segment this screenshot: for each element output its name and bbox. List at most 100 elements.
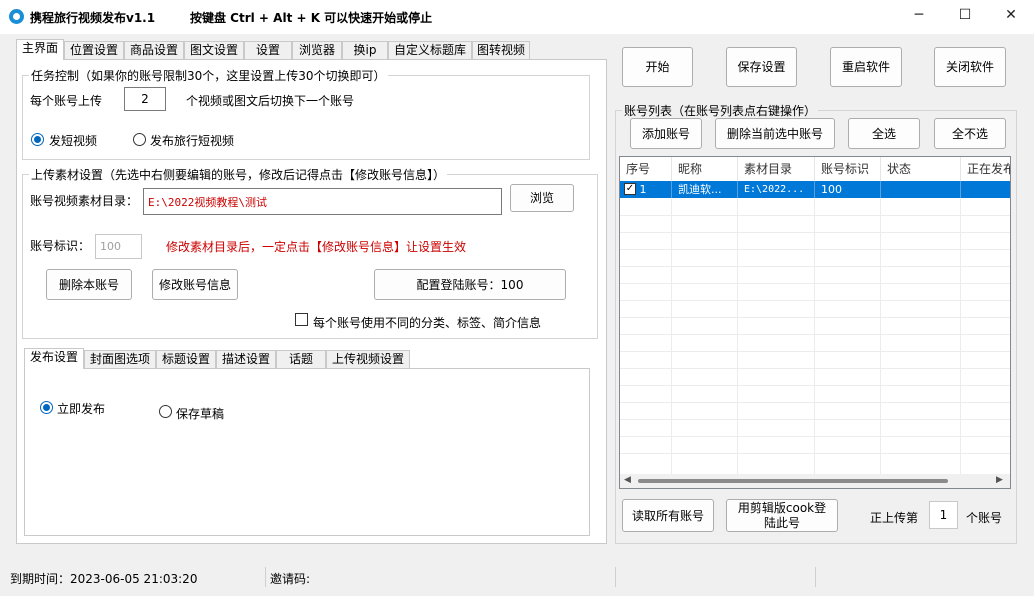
tab-upload-video-settings[interactable]: 上传视频设置 [326,350,410,369]
tab-topic[interactable]: 话题 [276,350,326,369]
expire-time: 到期时间：2023-06-05 21:03:20 [10,572,198,586]
grid-line [671,198,672,488]
tab-publish-settings[interactable]: 发布设置 [24,348,84,369]
tab-main[interactable]: 主界面 [16,39,64,60]
delete-selected-account-button[interactable]: 删除当前选中账号 [715,118,835,149]
scroll-left-icon[interactable]: ◀ [624,475,631,485]
minimize-button[interactable]: ─ [896,0,942,30]
account-list-title: 账号列表（在账号列表点右键操作） [622,102,819,119]
grid-line [620,283,1010,284]
row-checkbox[interactable]: ✓ [624,183,636,195]
grid-line [620,300,1010,301]
grid-line [737,198,738,488]
radio-publish-now[interactable] [40,401,53,414]
grid-line [620,215,1010,216]
col-header-id[interactable]: 账号标识 [815,157,881,181]
grid-line [620,334,1010,335]
tab-image-text[interactable]: 图文设置 [184,41,244,60]
radio-short-video[interactable] [31,133,44,146]
radio-save-draft[interactable] [159,405,172,418]
table-row[interactable]: ✓ 1 凯迪软... E:\2022... 100 [620,181,1010,198]
grid-line [620,266,1010,267]
grid-line [814,198,815,488]
material-dir-input[interactable]: E:\2022视频教程\测试 [143,188,502,215]
col-header-publishing[interactable]: 正在发布 [961,157,1010,181]
grid-line [880,198,881,488]
radio-save-draft-label: 保存草稿 [176,407,225,421]
grid-line [620,385,1010,386]
uploading-label: 正上传第 [870,511,919,525]
grid-line [960,198,961,488]
app-logo-icon [9,9,24,24]
col-header-index[interactable]: 序号 [620,157,672,181]
radio-travel-video-label: 发布旅行短视频 [150,134,235,148]
task-control-title: 任务控制（如果你的账号限制30个，这里设置上传30个切换即可） [29,67,388,84]
per-account-label: 每个账号上传 [30,94,103,108]
grid-line [620,453,1010,454]
row-index-cell: ✓ 1 [620,181,672,198]
tab-image-to-video[interactable]: 图转视频 [472,41,530,60]
tab-change-ip[interactable]: 换ip [342,41,388,60]
row-index: 1 [639,183,647,196]
scroll-right-icon[interactable]: ▶ [996,475,1003,485]
grid-line [620,368,1010,369]
task-control-group: 任务控制（如果你的账号限制30个，这里设置上传30个切换即可） [22,67,590,160]
tab-description-settings[interactable]: 描述设置 [216,350,276,369]
diff-info-checkbox[interactable] [295,313,308,326]
add-account-button[interactable]: 添加账号 [630,118,702,149]
tab-title-settings[interactable]: 标题设置 [156,350,216,369]
uploading-index-input[interactable]: 1 [929,501,958,529]
dir-warning-text: 修改素材目录后，一定点击【修改账号信息】让设置生效 [166,240,467,254]
cook-login-button[interactable]: 用剪辑版cook登陆此号 [726,499,838,532]
tab-settings[interactable]: 设置 [244,41,292,60]
per-account-suffix: 个视频或图文后切换下一个账号 [186,94,355,108]
upload-settings-title: 上传素材设置（先选中右侧要编辑的账号，修改后记得点击【修改账号信息】） [29,166,448,183]
col-header-status[interactable]: 状态 [881,157,961,181]
tab-custom-title[interactable]: 自定义标题库 [388,41,472,60]
grid-line [620,351,1010,352]
row-status-cell [881,181,961,198]
account-id-input[interactable]: 100 [95,234,142,259]
horizontal-scrollbar[interactable]: ◀ ▶ [620,474,1010,488]
radio-publish-now-label: 立即发布 [57,402,106,416]
close-app-button[interactable]: 关闭软件 [934,47,1006,87]
grid-line [620,232,1010,233]
tab-product[interactable]: 商品设置 [124,41,184,60]
status-separator [615,567,616,587]
grid-line [620,419,1010,420]
maximize-button[interactable]: ☐ [942,0,988,30]
tab-location[interactable]: 位置设置 [64,41,124,60]
tab-browser[interactable]: 浏览器 [292,41,342,60]
delete-account-button[interactable]: 删除本账号 [46,269,132,300]
material-dir-label: 账号视频素材目录： [30,194,139,208]
row-publishing-cell [961,181,1010,198]
close-window-button[interactable]: ✕ [988,0,1034,30]
account-id-label: 账号标识： [30,239,91,253]
read-all-accounts-button[interactable]: 读取所有账号 [622,499,714,532]
publish-panel [24,368,590,536]
invite-code: 邀请码: [270,572,311,586]
account-grid[interactable]: 序号 昵称 素材目录 账号标识 状态 正在发布 ✓ 1 凯迪软... E:\20… [619,156,1011,489]
configure-login-button[interactable]: 配置登陆账号：100 [374,269,566,300]
modify-account-button[interactable]: 修改账号信息 [152,269,238,300]
browse-button[interactable]: 浏览 [510,184,574,212]
scrollbar-thumb[interactable] [638,479,948,483]
restart-app-button[interactable]: 重启软件 [830,47,902,87]
hotkey-hint: 按键盘 Ctrl + Alt + K 可以快速开始或停止 [190,11,433,25]
per-account-input[interactable]: 2 [124,87,166,111]
window-title: 携程旅行视频发布v1.1 [30,11,156,25]
radio-travel-video[interactable] [133,133,146,146]
row-nickname-cell: 凯迪软... [672,181,738,198]
save-settings-button[interactable]: 保存设置 [726,47,797,87]
tab-cover-options[interactable]: 封面图选项 [84,350,156,369]
grid-line [620,436,1010,437]
diff-info-label: 每个账号使用不同的分类、标签、简介信息 [313,316,542,330]
col-header-nickname[interactable]: 昵称 [672,157,738,181]
status-separator [815,567,816,587]
status-bar: 到期时间：2023-06-05 21:03:20 邀请码: [0,566,1034,596]
select-none-button[interactable]: 全不选 [934,118,1006,149]
start-button[interactable]: 开始 [622,47,693,87]
select-all-button[interactable]: 全选 [848,118,920,149]
col-header-dir[interactable]: 素材目录 [738,157,815,181]
publish-tab-bar: 发布设置 封面图选项 标题设置 描述设置 话题 上传视频设置 [24,348,414,369]
